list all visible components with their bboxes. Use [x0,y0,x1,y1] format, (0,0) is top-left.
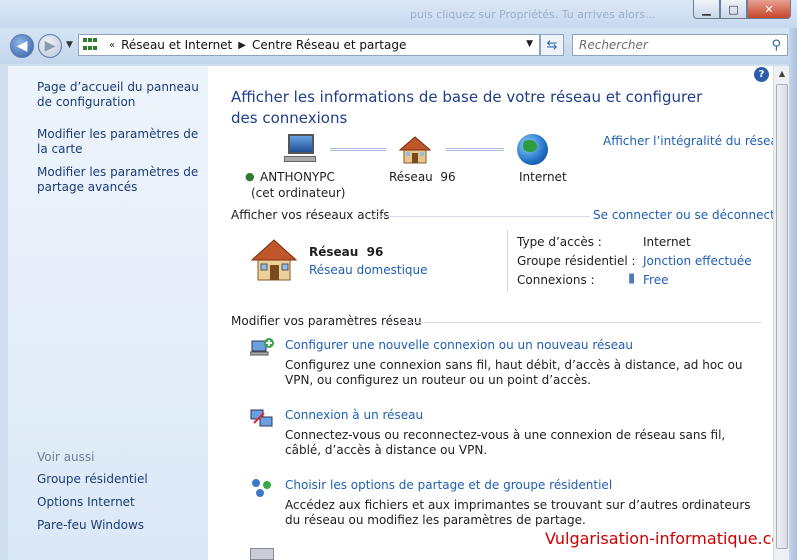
home-network-large-icon [250,239,298,281]
section-divider [372,216,590,217]
homegroup-link[interactable]: Jonction effectuée [643,254,752,268]
vertical-divider [507,230,508,292]
task-sharing-options-link[interactable]: Choisir les options de partage et de gro… [285,478,612,492]
access-type-label: Type d’accès : [517,235,602,249]
view-full-map-link[interactable]: Afficher l’intégralité du réseau [603,134,785,148]
sidebar-link-advanced-sharing[interactable]: Modifier les paramètres de partage avanc… [37,165,207,195]
close-button[interactable]: ✕ [747,0,791,19]
sidebar-link-firewall[interactable]: Pare-feu Windows [37,518,207,533]
task-new-connection-desc: Configurez une connexion sans fil, haut … [285,358,743,387]
window-frame-right [789,28,797,560]
active-network-name: Réseau 96 [309,245,384,259]
refresh-icon: ⇆ [546,37,558,53]
connection-line [446,148,504,151]
internet-globe-icon[interactable] [517,134,548,165]
network-name-map[interactable]: Réseau 96 [389,170,456,184]
forward-arrow-icon: ▶ [44,38,56,54]
see-also-heading: Voir aussi [37,450,95,464]
task-connect-network-desc: Connectez-vous ou reconnectez-vous à une… [285,428,726,457]
modify-settings-heading: Modifier vos paramètres réseau [231,314,422,328]
troubleshoot-icon [250,548,274,560]
homegroup-label: Groupe résidentiel : [517,254,636,268]
search-input[interactable] [579,38,759,52]
connections-label: Connexions : [517,273,595,287]
back-arrow-icon: ◀ [16,38,28,54]
minimize-button[interactable]: ▁ [693,0,720,19]
breadcrumb-network-internet[interactable]: Réseau et Internet [121,38,232,52]
background-ghost-text: puis cliquez sur Propriétés. Tu arrives … [410,8,656,21]
refresh-button[interactable]: ⇆ [540,34,564,56]
active-networks-heading: Afficher vos réseaux actifs [231,208,390,222]
back-button[interactable]: ◀ [10,34,34,58]
task-new-connection-link[interactable]: Configurer une nouvelle connexion ou un … [285,338,633,352]
task-connect-network-link[interactable]: Connexion à un réseau [285,408,423,422]
sharing-options-icon [252,479,271,497]
computer-subtitle: (cet ordinateur) [251,186,346,200]
sidebar-link-homegroup[interactable]: Groupe résidentiel [37,472,207,487]
connection-line [330,148,386,151]
help-icon[interactable]: ? [754,67,769,82]
address-bar-row: ◀ ▶ ▼ « Réseau et Internet ▶ Centre Rése… [0,28,797,64]
ethernet-icon: ▮ [628,271,636,286]
vertical-scrollbar[interactable]: ▲ [773,66,789,560]
address-dropdown-icon[interactable]: ▼ [526,39,533,49]
access-type-value: Internet [643,235,691,249]
sidebar-link-adapter-settings[interactable]: Modifier les paramètres de la carte [37,127,207,157]
task-sharing-options-desc: Accédez aux fichiers et aux imprimantes … [285,498,751,527]
search-box[interactable]: ⚲ [572,34,788,56]
new-connection-icon [250,338,274,356]
page-title: Afficher les informations de base de vot… [231,88,703,127]
connect-disconnect-link[interactable]: Se connecter ou se déconnecter [593,208,787,222]
network-type-link[interactable]: Réseau domestique [309,263,428,277]
home-network-icon[interactable] [399,135,431,165]
breadcrumb-chevron-icon: « [109,39,116,51]
breadcrumb-network-center[interactable]: Centre Réseau et partage [252,38,406,52]
recent-pages-dropdown-icon[interactable]: ▼ [66,40,73,50]
scroll-up-icon[interactable]: ▲ [776,69,788,78]
watermark-text: Vulgarisation-informatique.com [545,529,797,548]
sidebar-link-home[interactable]: Page d’accueil du panneau de configurati… [37,80,207,110]
connection-link-free[interactable]: Free [643,273,668,287]
small-network-icon: ● [245,170,255,183]
scrollbar-thumb[interactable] [776,84,788,549]
sidebar-link-internet-options[interactable]: Options Internet [37,495,207,510]
maximize-button[interactable]: □ [720,0,747,19]
title-bar: puis cliquez sur Propriétés. Tu arrives … [0,0,797,28]
computer-name[interactable]: ANTHONYPC [260,170,335,184]
connect-network-icon [250,409,273,427]
section-divider [400,322,761,323]
computer-icon[interactable] [284,134,316,164]
search-icon[interactable]: ⚲ [771,38,781,53]
sidebar: Page d’accueil du panneau de configurati… [8,66,208,560]
window-controls: ▁ □ ✕ [693,0,791,19]
internet-label[interactable]: Internet [519,170,567,184]
forward-button[interactable]: ▶ [38,34,62,58]
address-box[interactable]: « Réseau et Internet ▶ Centre Réseau et … [78,34,540,56]
network-center-icon [83,38,99,52]
breadcrumb-arrow-icon[interactable]: ▶ [238,40,246,51]
